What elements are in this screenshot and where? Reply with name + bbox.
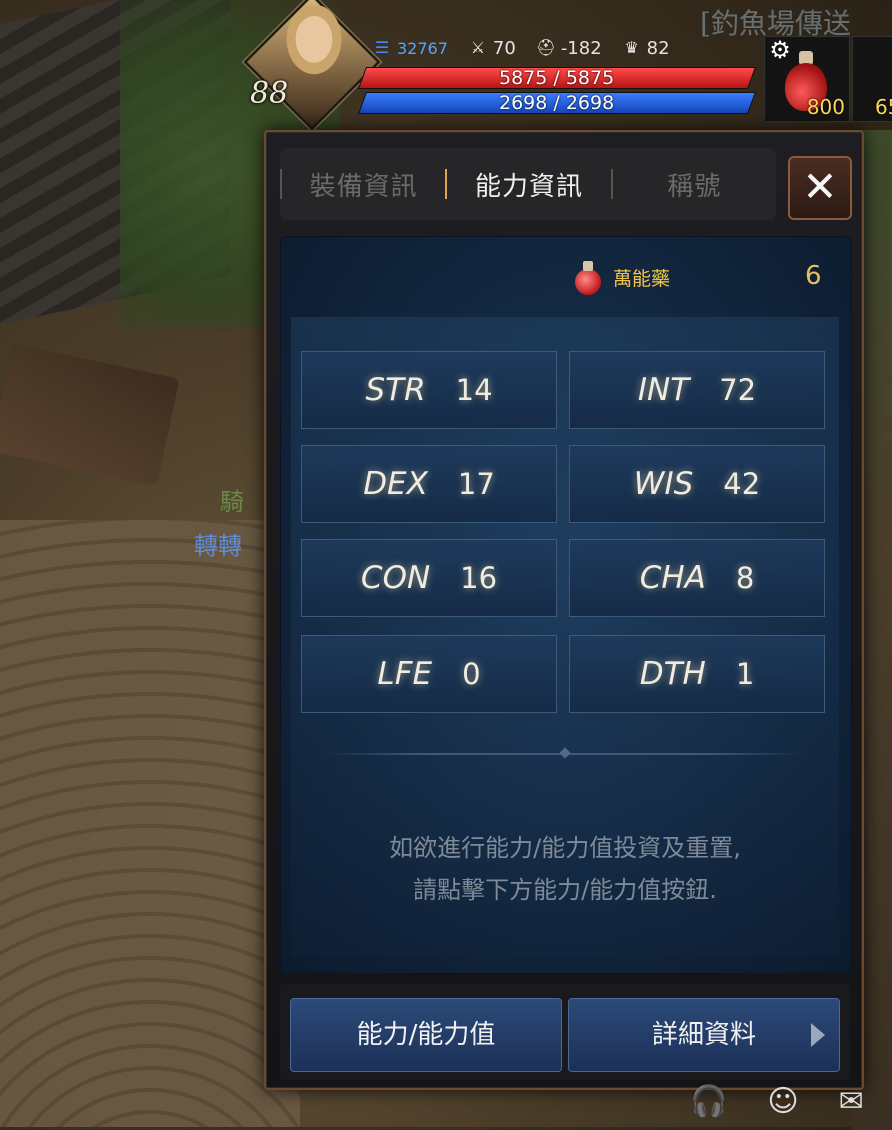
close-icon: ✕: [802, 162, 838, 211]
stat-name: STR: [365, 372, 426, 408]
stat-wis: WIS 42: [569, 445, 825, 523]
stat-value: 16: [460, 561, 498, 595]
mp-text: 2698 / 2698: [499, 92, 615, 114]
attack-stat: ⚔ 70: [468, 38, 516, 59]
chat-icon[interactable]: ✉: [839, 1084, 864, 1119]
elixir-indicator: 萬能藥: [569, 257, 670, 297]
weapon-icon: ⚔: [470, 38, 486, 57]
details-label: 詳細資料: [651, 1020, 756, 1050]
attack-value: 70: [492, 37, 516, 59]
currency-stat: ☰ 32767: [372, 38, 448, 58]
details-button[interactable]: 詳細資料: [568, 998, 840, 1072]
stat-con: CON 16: [301, 539, 557, 617]
stat-name: CON: [360, 560, 431, 596]
elixir-potion-icon: [569, 259, 603, 295]
hint-text: 如欲進行能力/能力值投資及重置, 請點擊下方能力/能力值按鈕.: [291, 827, 839, 911]
elixir-label: 萬能藥: [613, 267, 671, 290]
stat-str: STR 14: [301, 351, 557, 429]
tab-equipment-info[interactable]: 裝備資訊: [282, 166, 445, 203]
stat-value: 42: [723, 467, 761, 501]
level-badge: 88: [250, 76, 289, 111]
stat-dex: DEX 17: [301, 445, 557, 523]
mp-bar: 2698 / 2698: [357, 92, 757, 114]
close-button[interactable]: ✕: [788, 156, 852, 220]
hud-stat-row: ☰ 32767 ⚔ 70 ⛑ -182 ♛ 82: [372, 36, 684, 60]
ability-content: 萬能藥 6 STR 14 INT 72 DEX 17 WIS 42 CON 16: [280, 236, 852, 974]
hint-line-2: 請點擊下方能力/能力值按鈕.: [413, 876, 717, 904]
stat-int: INT 72: [569, 351, 825, 429]
stat-name: WIS: [633, 466, 694, 502]
trophy-stat: ♛ 82: [622, 38, 670, 59]
stat-cha: CHA 8: [569, 539, 825, 617]
stat-value: 0: [462, 657, 481, 691]
stat-value: 17: [457, 467, 495, 501]
trophy-icon: ♛: [624, 38, 639, 57]
stat-value: 1: [735, 657, 755, 691]
currency-value: 32767: [397, 38, 448, 58]
bottom-toolbar: 🎧 ☺ ✉: [690, 1084, 864, 1119]
stat-lfe: LFE 0: [301, 635, 557, 713]
stats-grid: STR 14 INT 72 DEX 17 WIS 42 CON 16 CHA 8: [291, 317, 839, 957]
tab-ability-info[interactable]: 能力資訊: [447, 166, 610, 203]
hint-line-1: 如欲進行能力/能力值投資及重置,: [389, 834, 741, 862]
elixir-count: 6: [805, 261, 822, 291]
emoji-icon[interactable]: ☺: [767, 1084, 798, 1119]
gear-icon[interactable]: ⚙: [766, 36, 794, 64]
tab-title[interactable]: 稱號: [613, 166, 776, 203]
stat-value: 8: [735, 561, 755, 595]
stat-name: DTH: [639, 656, 706, 692]
potion-count: 800: [806, 95, 845, 119]
stat-value: 72: [719, 373, 757, 407]
chevron-right-icon: [811, 1023, 825, 1047]
ability-points-button[interactable]: 能力/能力值: [290, 998, 562, 1072]
quick-slot-2[interactable]: 65: [852, 36, 892, 122]
defense-stat: ⛑ -182: [536, 38, 602, 59]
slot-2-count: 65: [875, 95, 892, 119]
stat-name: CHA: [639, 560, 706, 596]
helmet-icon: ⛑: [535, 38, 557, 57]
stat-name: DEX: [363, 466, 428, 502]
hp-text: 5875 / 5875: [499, 67, 615, 89]
hp-bar: 5875 / 5875: [357, 67, 757, 89]
background-cobblestone: [0, 520, 300, 1127]
defense-value: -182: [560, 37, 602, 59]
divider-ornament: [559, 747, 571, 759]
trophy-value: 82: [646, 37, 670, 59]
headset-icon[interactable]: 🎧: [690, 1084, 727, 1119]
background-npc-text: 騎: [220, 488, 244, 516]
stat-name: INT: [637, 372, 690, 408]
tab-bar: 裝備資訊 能力資訊 稱號: [280, 148, 776, 220]
stat-value: 14: [455, 373, 493, 407]
currency-icon: ☰: [374, 38, 390, 57]
background-wagon: [0, 343, 180, 487]
ability-info-panel: 裝備資訊 能力資訊 稱號 ✕ 萬能藥 6 STR 14 INT 72 DEX 1…: [264, 130, 864, 1090]
background-npc-text-2: 轉轉: [194, 532, 242, 560]
stat-dth: DTH 1: [569, 635, 825, 713]
character-portrait: [282, 6, 346, 80]
stat-name: LFE: [377, 656, 433, 692]
